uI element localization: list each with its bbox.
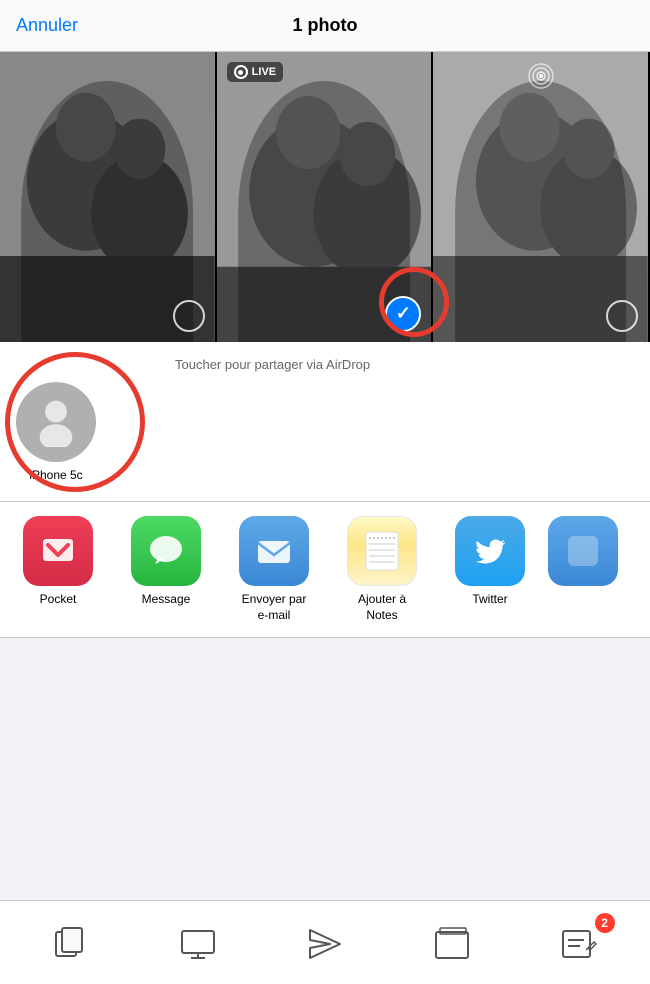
airdrop-device-iphone5c[interactable]: iPhone 5c [16,382,96,482]
checkmark-icon: ✓ [396,303,411,324]
slideshow-icon [168,915,228,970]
photo-item-1[interactable] [0,52,217,342]
concentric-live-icon [527,62,555,90]
twitter-app-icon [455,516,525,586]
notes-label: Ajouter àNotes [358,592,406,623]
email-label: Envoyer pare-mail [242,592,307,623]
selection-circle-1[interactable] [173,300,205,332]
message-app-icon [131,516,201,586]
action-slideshow[interactable] [168,915,228,970]
airdrop-devices: iPhone 5c [0,382,132,482]
send-icon [295,915,355,970]
photo-bg-1 [0,52,215,342]
live-dot-inner [238,70,243,75]
action-photos[interactable] [422,915,482,970]
email-app-icon [239,516,309,586]
nav-title: 1 photo [293,15,358,36]
extra-app-icon [548,516,618,586]
action-copy[interactable] [41,915,101,970]
copy-icon [41,915,101,970]
share-app-extra[interactable] [548,516,618,623]
device-avatar [16,382,96,462]
photo-item-2[interactable]: LIVE ✓ [217,52,434,342]
photo-item-3[interactable] [433,52,650,342]
live-dot-icon [234,65,248,79]
action-send[interactable] [295,915,355,970]
share-app-twitter[interactable]: Twitter [440,516,540,623]
photo-strip: LIVE ✓ [0,52,650,342]
message-label: Message [142,592,191,608]
photos-icon [422,915,482,970]
photo-bg-3 [433,52,648,342]
share-apps-row: Pocket Message Envoyer pare-mail [0,502,650,638]
action-row: 2 [0,900,650,984]
nav-bar: Annuler 1 photo [0,0,650,52]
edit-icon: 2 [549,915,609,970]
device-name: iPhone 5c [29,468,82,482]
twitter-label: Twitter [472,592,507,608]
action-edit[interactable]: 2 [549,915,609,970]
pocket-app-icon [23,516,93,586]
share-app-pocket[interactable]: Pocket [8,516,108,623]
airdrop-label: Toucher pour partager via AirDrop [175,357,370,372]
cancel-button[interactable]: Annuler [16,15,78,36]
airdrop-section: Toucher pour partager via AirDrop iPhone… [0,342,650,502]
live-label: LIVE [252,66,276,78]
selection-circle-3[interactable] [606,300,638,332]
pocket-label: Pocket [40,592,77,608]
share-app-notes[interactable]: Ajouter àNotes [332,516,432,623]
notes-app-icon [347,516,417,586]
edit-badge: 2 [595,913,615,933]
live-badge: LIVE [227,62,283,82]
share-app-message[interactable]: Message [116,516,216,623]
share-app-email[interactable]: Envoyer pare-mail [224,516,324,623]
